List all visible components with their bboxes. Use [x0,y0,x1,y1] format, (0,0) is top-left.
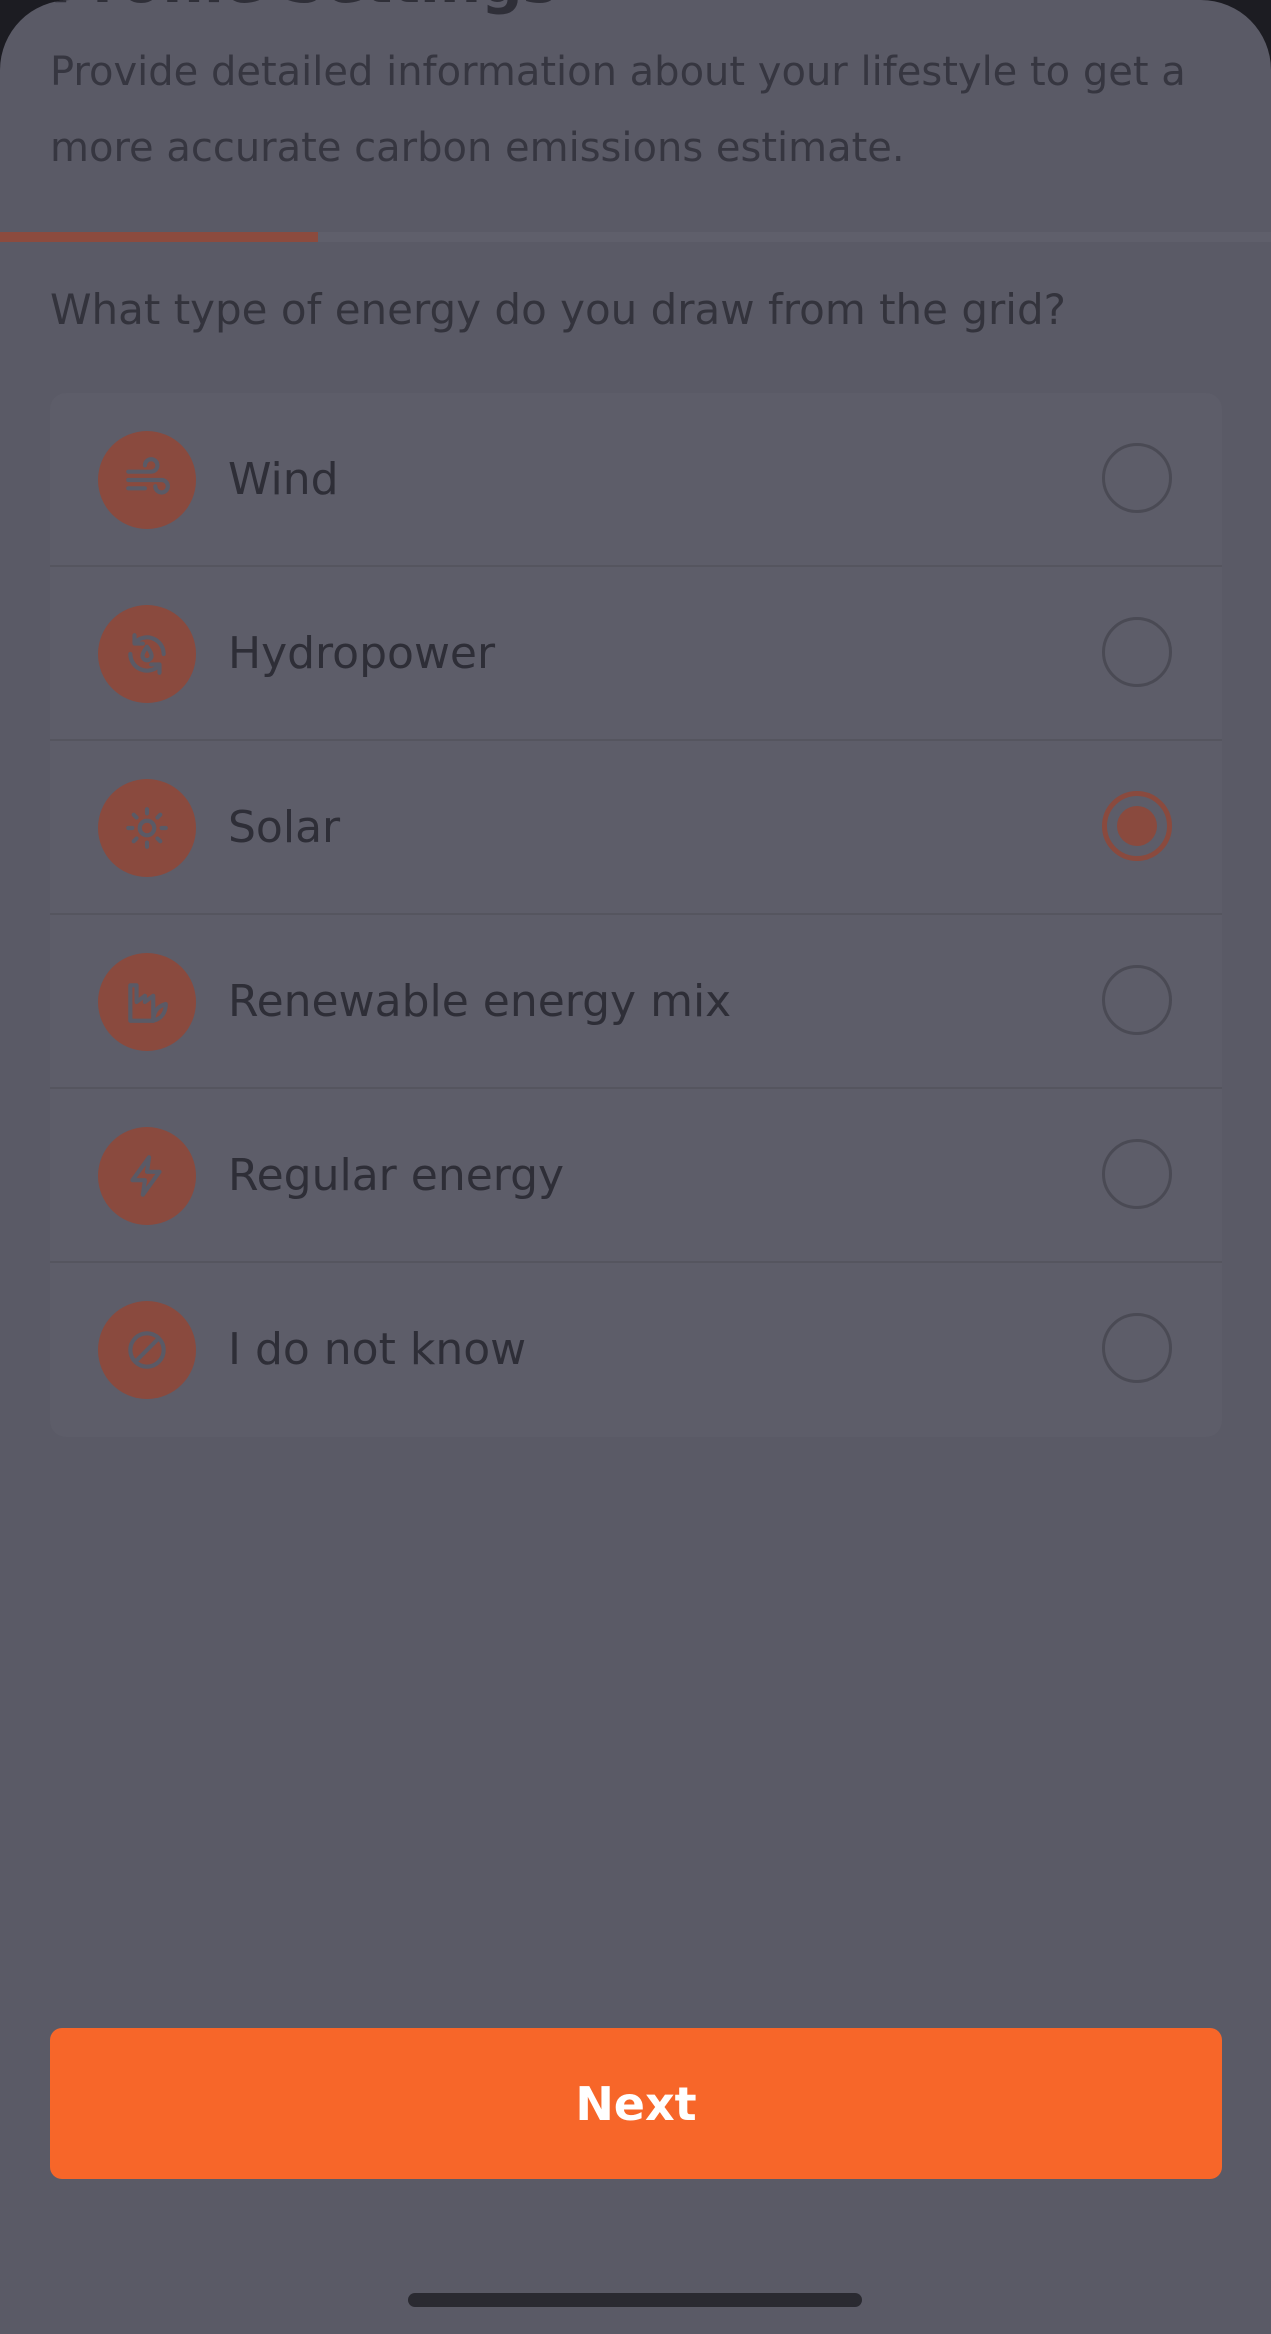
radio-button[interactable] [1102,443,1172,513]
next-button[interactable]: Next [50,2028,1222,2179]
option-label: Renewable energy mix [228,976,732,1027]
page-title: Profile Settings [50,0,557,16]
option-label: I do not know [228,1324,527,1375]
sun-icon [98,779,196,877]
wind-icon [98,431,196,529]
radio-button[interactable] [1102,965,1172,1035]
home-indicator [408,2293,862,2307]
option-i-do-not-know[interactable]: I do not know [50,1263,1222,1437]
progress-bar-fill [0,232,318,242]
option-label: Hydropower [228,628,496,679]
option-hydropower[interactable]: Hydropower [50,567,1222,741]
hydropower-icon [98,605,196,703]
radio-button[interactable] [1102,1139,1172,1209]
option-renewable-energy-mix[interactable]: Renewable energy mix [50,915,1222,1089]
radio-button[interactable] [1102,1313,1172,1383]
option-label: Solar [228,802,341,853]
option-wind[interactable]: Wind [50,393,1222,567]
prohibited-icon [98,1301,196,1399]
lightning-icon [98,1127,196,1225]
option-regular-energy[interactable]: Regular energy [50,1089,1222,1263]
option-solar[interactable]: Solar [50,741,1222,915]
energy-options-list: Wind Hydropower Solar Renewable energy m… [50,393,1222,1437]
option-label: Wind [228,454,339,505]
progress-bar [0,232,1271,242]
factory-leaf-icon [98,953,196,1051]
page-subtitle: Provide detailed information about your … [50,49,1186,171]
option-label: Regular energy [228,1150,565,1201]
radio-button[interactable] [1102,617,1172,687]
question-text: What type of energy do you draw from the… [50,285,1066,334]
bottom-sheet: Profile Settings Provide detailed inform… [0,0,1271,2334]
radio-button-selected[interactable] [1102,791,1172,861]
